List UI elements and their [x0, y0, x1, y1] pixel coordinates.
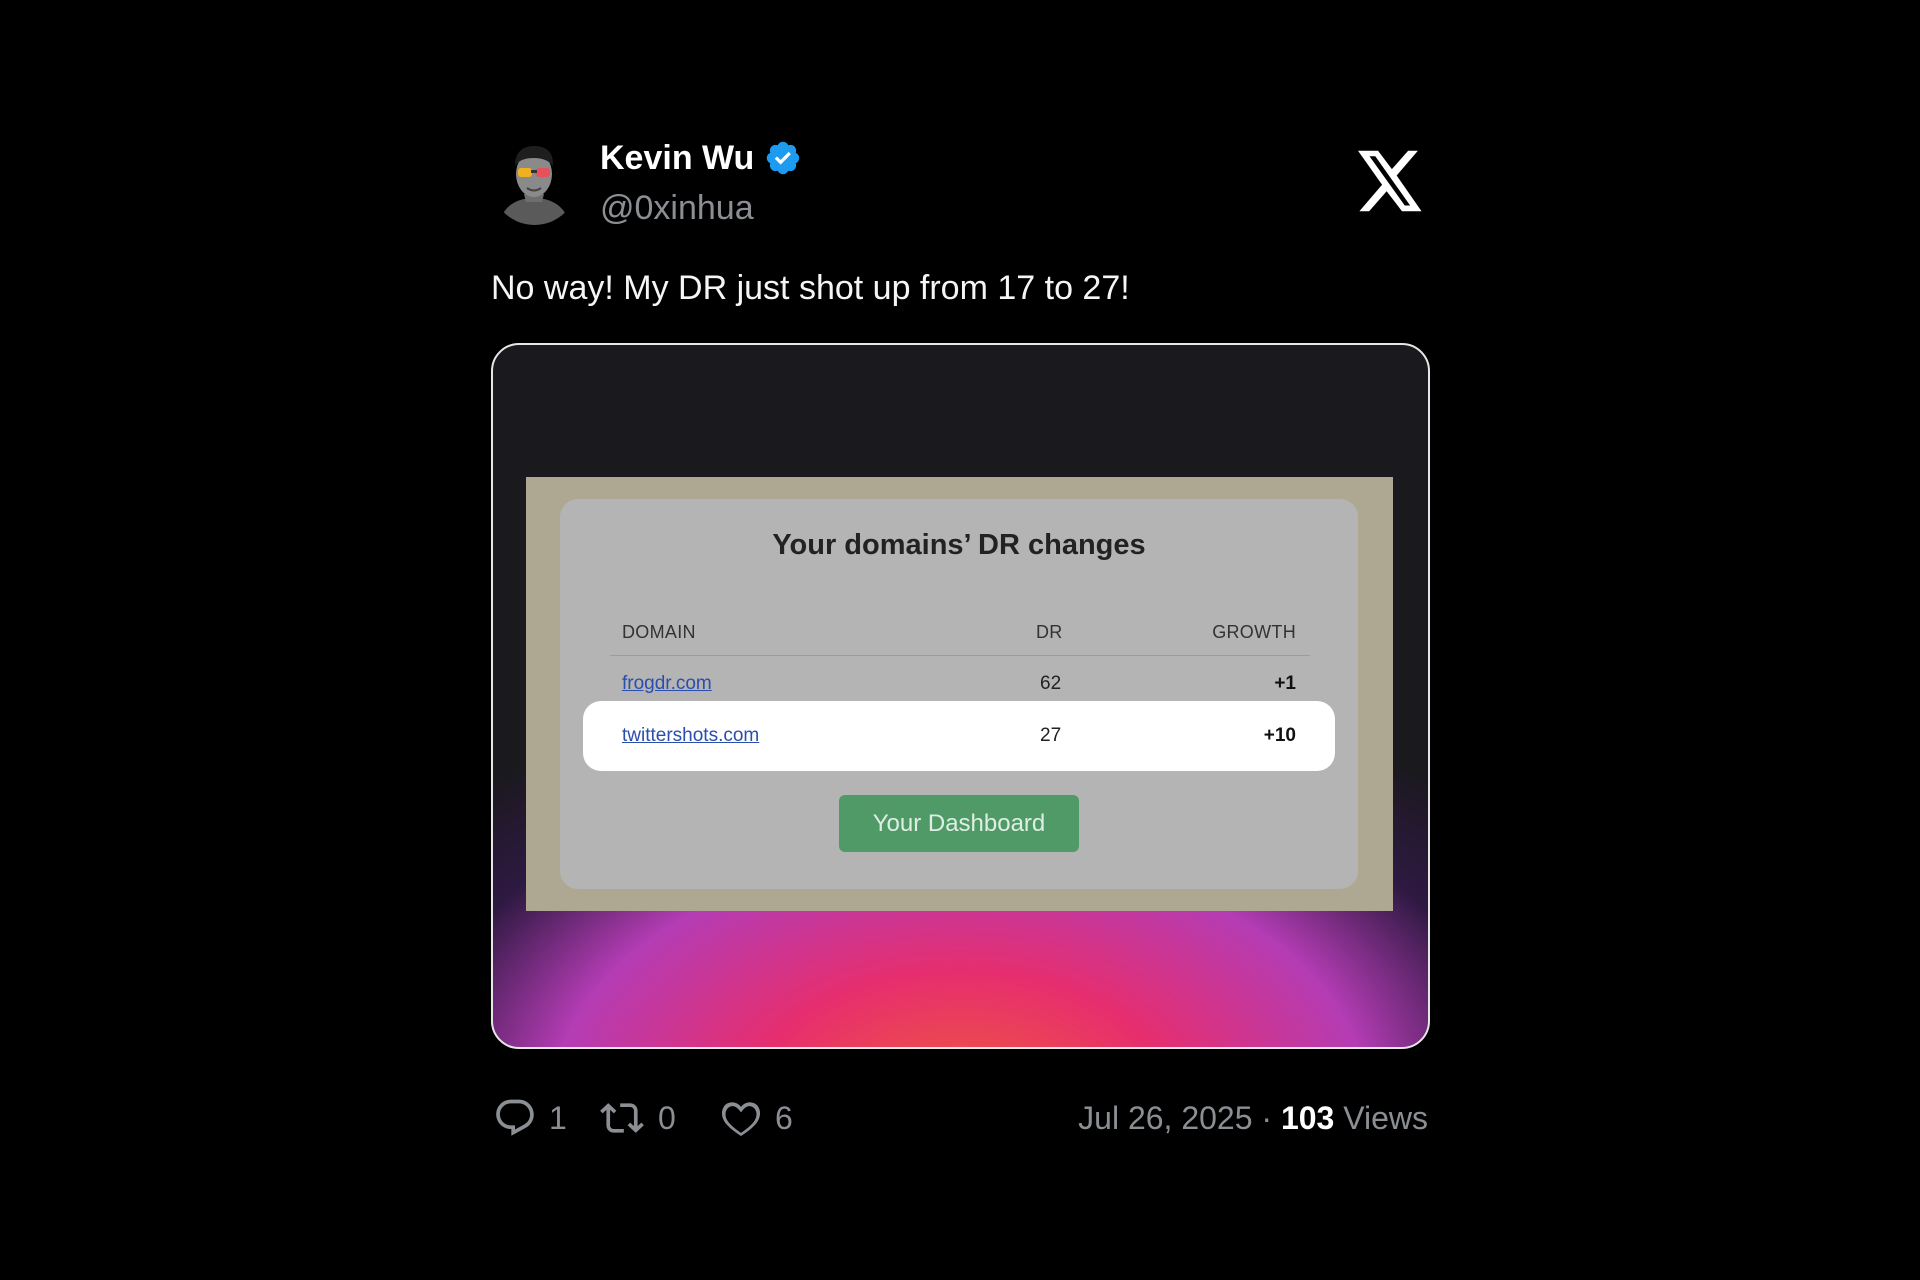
column-header-dr: DR — [1036, 622, 1063, 642]
table-row: frogdr.com 62 +1 — [560, 672, 1358, 702]
views-label: Views — [1343, 1100, 1428, 1136]
dr-value: 62 — [1040, 673, 1062, 694]
retweet-icon — [600, 1103, 644, 1133]
column-header-domain: DOMAIN — [622, 622, 696, 642]
avatar[interactable] — [491, 138, 578, 225]
tweet-text: No way! My DR just shot up from 17 to 27… — [491, 269, 1130, 307]
retweet-count: 0 — [658, 1100, 676, 1136]
author-name[interactable]: Kevin Wu — [600, 138, 802, 178]
like-count: 6 — [775, 1100, 793, 1136]
growth-value: +10 — [1263, 725, 1296, 746]
tweet-header: Kevin Wu @0xinhua — [491, 138, 1428, 230]
author-name-text: Kevin Wu — [600, 139, 755, 177]
email-screenshot: Your domains’ DR changes DOMAIN DR GROWT… — [526, 477, 1393, 911]
column-header-growth: GROWTH — [1212, 622, 1296, 642]
tweet-date[interactable]: Jul 26, 2025 — [1078, 1100, 1252, 1136]
dr-changes-card: Your domains’ DR changes DOMAIN DR GROWT… — [560, 499, 1358, 889]
dr-value: 27 — [1040, 725, 1062, 746]
meta-separator: · — [1261, 1100, 1273, 1136]
views-count: 103 — [1280, 1100, 1335, 1136]
author-handle[interactable]: @0xinhua — [600, 188, 754, 228]
tweet-meta: Jul 26, 2025 · 103 Views — [1078, 1093, 1428, 1143]
growth-value: +1 — [1274, 673, 1296, 694]
domain-link[interactable]: twittershots.com — [622, 724, 759, 748]
your-dashboard-button[interactable]: Your Dashboard — [839, 795, 1079, 852]
reply-button[interactable]: 1 — [493, 1093, 567, 1143]
card-title: Your domains’ DR changes — [772, 529, 1146, 561]
tweet-card: Kevin Wu @0xinhua No way! My DR just sho… — [491, 138, 1430, 1137]
reply-count: 1 — [549, 1100, 567, 1136]
x-logo-icon[interactable] — [1358, 150, 1424, 212]
retweet-button[interactable]: 0 — [598, 1093, 676, 1143]
reply-icon — [496, 1099, 534, 1136]
table-divider — [610, 655, 1310, 656]
tweet-actions: 1 0 6 Jul 26, 2025 · 103 Views — [491, 1093, 1428, 1143]
domain-link[interactable]: frogdr.com — [622, 672, 712, 696]
tweet-media-image[interactable]: Your domains’ DR changes DOMAIN DR GROWT… — [491, 343, 1430, 1049]
verified-badge-icon — [767, 141, 800, 175]
like-button[interactable]: 6 — [719, 1093, 793, 1143]
like-icon — [721, 1102, 761, 1137]
table-row-highlighted: twittershots.com 27 +10 — [583, 701, 1335, 771]
